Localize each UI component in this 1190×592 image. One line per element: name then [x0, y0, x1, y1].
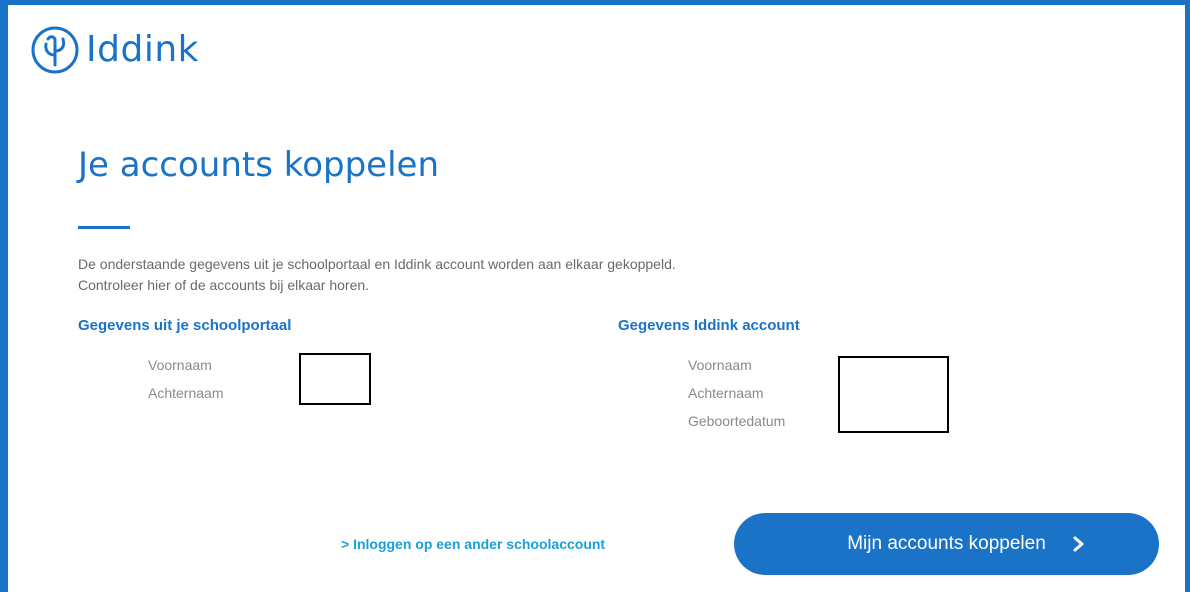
page-frame: Iddink Je accounts koppelen De onderstaa…: [0, 0, 1190, 592]
iddink-birthdate-label: Geboortedatum: [688, 413, 786, 429]
schoolportal-field-list: Voornaam Achternaam: [148, 351, 223, 407]
schoolportal-lastname-label: Achternaam: [148, 385, 224, 401]
link-accounts-button[interactable]: Mijn accounts koppelen: [734, 513, 1159, 575]
schoolportal-firstname-label: Voornaam: [148, 357, 212, 373]
iddink-account-heading: Gegevens Iddink account: [618, 317, 800, 334]
title-underline: [78, 226, 130, 229]
intro-text: De onderstaande gegevens uit je schoolpo…: [78, 256, 676, 293]
schoolportal-values-redacted: [299, 353, 371, 405]
iddink-firstname-label: Voornaam: [688, 357, 752, 373]
iddink-values-redacted: [838, 356, 949, 433]
iddink-tree-icon: [31, 26, 79, 74]
chevron-right-icon: [1073, 536, 1084, 552]
iddink-lastname-label: Achternaam: [688, 385, 764, 401]
link-accounts-button-label: Mijn accounts koppelen: [847, 533, 1046, 554]
other-schoolaccount-link[interactable]: > Inloggen op een ander schoolaccount: [341, 536, 605, 552]
iddink-account-field-list: Voornaam Achternaam Geboortedatum: [688, 351, 785, 435]
logo-wordmark: Iddink: [86, 29, 199, 70]
page-title: Je accounts koppelen: [78, 145, 440, 185]
iddink-logo[interactable]: Iddink: [30, 25, 199, 75]
schoolportal-heading: Gegevens uit je schoolportaal: [78, 317, 292, 334]
